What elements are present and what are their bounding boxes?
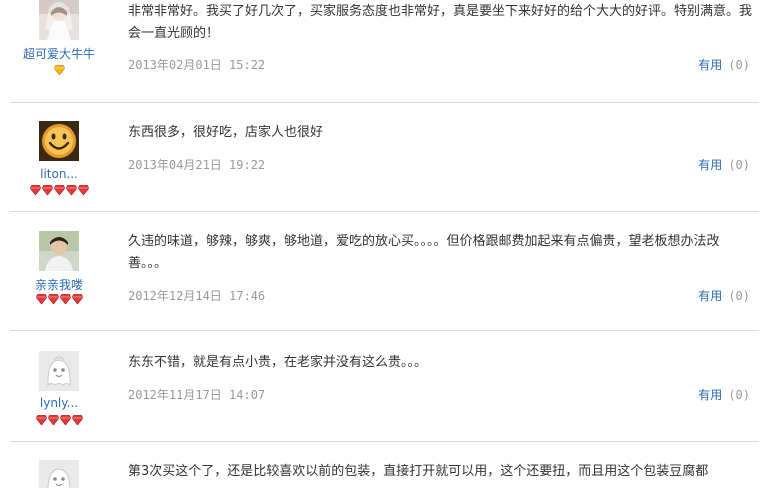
red-diamond-icon xyxy=(65,185,77,195)
man-photo-avatar xyxy=(39,231,79,271)
red-diamond-icon xyxy=(47,415,59,425)
red-diamond-icon xyxy=(71,415,83,425)
username[interactable]: liton... xyxy=(14,167,104,181)
red-diamond-icon xyxy=(47,294,59,304)
useful-button[interactable]: 有用 (0) xyxy=(698,156,750,173)
red-diamond-icon xyxy=(29,185,41,195)
review-text: 非常非常好。我买了好几次了，买家服务态度也非常好，真是要坐下来好好的给个大大的好… xyxy=(128,4,753,41)
red-diamond-icon xyxy=(41,185,53,195)
useful-count: (0) xyxy=(728,289,750,303)
review-text: 东西很多，很好吃，店家人也很好 xyxy=(128,125,324,140)
review-text: 第3次买这个了，还是比较喜欢以前的包装，直接打开就可以用，这个还要扭，而且用这个… xyxy=(128,464,709,479)
useful-label[interactable]: 有用 xyxy=(698,289,722,303)
divider xyxy=(10,441,759,442)
default-ghost-avatar xyxy=(39,351,79,391)
avatar[interactable] xyxy=(39,460,79,488)
review-date: 2013年02月01日 15:22 xyxy=(128,58,266,72)
red-diamond-icon xyxy=(35,294,47,304)
divider xyxy=(10,211,759,212)
red-diamond-icon xyxy=(59,294,71,304)
user-level-badges xyxy=(14,65,104,75)
default-ghost-avatar xyxy=(39,460,79,488)
smiley-face-avatar xyxy=(39,121,79,161)
useful-count: (0) xyxy=(728,158,750,172)
username[interactable]: 亲亲我喽 xyxy=(14,276,104,293)
red-diamond-icon xyxy=(35,415,47,425)
gold-diamond-icon xyxy=(53,65,65,75)
useful-button[interactable]: 有用 (0) xyxy=(698,287,750,304)
username[interactable]: lynly... xyxy=(14,396,104,410)
avatar[interactable] xyxy=(39,351,79,391)
review-text: 东东不错，就是有点小贵，在老家并没有这么贵。。。 xyxy=(128,355,428,370)
useful-label[interactable]: 有用 xyxy=(698,158,722,172)
red-diamond-icon xyxy=(59,415,71,425)
user-level-badges xyxy=(14,415,104,425)
red-diamond-icon xyxy=(71,294,83,304)
red-diamond-icon xyxy=(53,185,65,195)
divider xyxy=(10,330,759,331)
red-diamond-icon xyxy=(77,185,89,195)
avatar[interactable] xyxy=(39,121,79,161)
review-date: 2013年04月21日 19:22 xyxy=(128,158,266,172)
divider xyxy=(10,102,759,103)
useful-label[interactable]: 有用 xyxy=(698,388,722,402)
username[interactable]: 超可爱大牛牛 xyxy=(14,45,104,62)
user-level-badges xyxy=(14,185,104,195)
avatar[interactable] xyxy=(39,0,79,40)
useful-button[interactable]: 有用 (0) xyxy=(698,56,750,73)
review-date: 2012年11月17日 14:07 xyxy=(128,388,266,402)
useful-button[interactable]: 有用 (0) xyxy=(698,386,750,403)
review-date: 2012年12月14日 17:46 xyxy=(128,289,266,303)
bride-photo-avatar xyxy=(39,0,79,40)
useful-count: (0) xyxy=(728,388,750,402)
useful-count: (0) xyxy=(728,58,750,72)
useful-label[interactable]: 有用 xyxy=(698,58,722,72)
avatar[interactable] xyxy=(39,231,79,271)
review-text: 久违的味道，够辣，够爽，够地道，爱吃的放心买。。。。但价格跟邮费加起来有点偏贵，… xyxy=(128,234,720,271)
user-level-badges xyxy=(14,294,104,304)
